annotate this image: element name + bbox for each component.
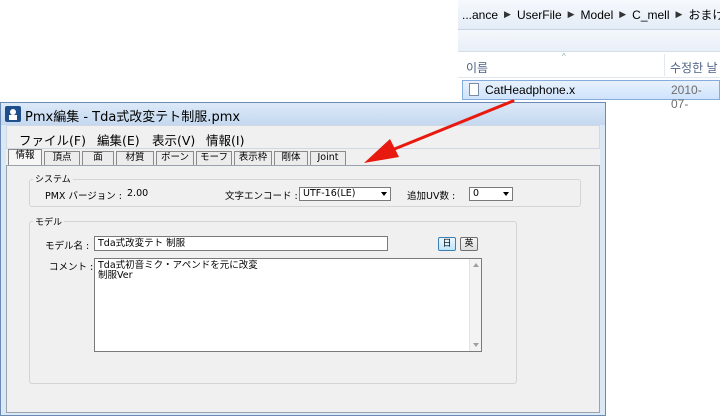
- encoding-label: 文字エンコード :: [225, 191, 298, 202]
- encoding-selected-value: UTF-16(LE): [303, 188, 356, 199]
- tab-info[interactable]: 情報: [8, 149, 42, 165]
- file-date: 2010-07-: [671, 83, 702, 111]
- breadcrumb-arrow-icon[interactable]: ▶: [617, 9, 628, 20]
- comment-textarea[interactable]: Tda式初音ミク・アペンドを元に改変 制服Ver: [94, 258, 482, 352]
- file-name: CatHeadphone.x: [485, 83, 576, 97]
- explorer-toolbar: [458, 30, 720, 52]
- menu-view[interactable]: 表示(V): [152, 130, 195, 149]
- comment-label: コメント :: [49, 262, 94, 273]
- info-tab-panel: システム PMX バージョン : 2.00 文字エンコード : UTF-16(L…: [6, 165, 600, 413]
- breadcrumb-segment[interactable]: おまけ: [684, 6, 720, 23]
- add-uv-selected-value: 0: [473, 188, 480, 199]
- sort-up-icon: ^: [562, 52, 566, 61]
- tab-vertex[interactable]: 頂点: [44, 151, 80, 165]
- tab-joint[interactable]: Joint: [310, 151, 346, 165]
- scroll-up-icon[interactable]: [473, 263, 479, 267]
- column-modified[interactable]: 수정한 날: [670, 59, 718, 76]
- file-row-selected[interactable]: CatHeadphone.x 2010-07-: [462, 80, 720, 111]
- tab-bone[interactable]: ボーン: [156, 151, 194, 165]
- menu-file[interactable]: ファイル(F): [19, 130, 86, 149]
- app-icon: [5, 106, 21, 122]
- model-name-input[interactable]: Tda式改変テト 制服: [94, 236, 388, 251]
- file-icon: [469, 83, 479, 96]
- scroll-down-icon[interactable]: [473, 343, 479, 347]
- pmx-version-value: 2.00: [127, 188, 149, 199]
- tab-strip: 情報 頂点 面 材質 ボーン モーフ 表示枠 剛体 Joint: [6, 149, 600, 165]
- breadcrumb-arrow-icon[interactable]: ▶: [566, 9, 577, 20]
- chevron-down-icon: [381, 192, 387, 196]
- system-group-label: システム: [33, 172, 73, 185]
- column-name[interactable]: 이름: [466, 59, 488, 76]
- title-bar[interactable]: Pmx編集 - Tda式改変テト制服.pmx: [1, 103, 605, 125]
- pmx-editor-window: Pmx編集 - Tda式改変テト制服.pmx ファイル(F) 編集(E) 表示(…: [0, 102, 606, 416]
- comment-line: Tda式初音ミク・アペンドを元に改変: [98, 260, 258, 271]
- add-uv-select[interactable]: 0: [469, 187, 513, 201]
- menu-edit[interactable]: 編集(E): [97, 130, 140, 149]
- pmx-version-label: PMX バージョン :: [45, 191, 122, 202]
- lang-jp-button[interactable]: 日: [438, 237, 456, 251]
- breadcrumb-segment[interactable]: Model: [577, 8, 618, 22]
- tab-material[interactable]: 材質: [116, 151, 154, 165]
- tab-morph[interactable]: モーフ: [196, 151, 232, 165]
- comment-scrollbar[interactable]: [469, 259, 481, 351]
- add-uv-label: 追加UV数 :: [407, 191, 456, 202]
- comment-line: 制服Ver: [98, 270, 133, 281]
- window-title: Pmx編集 - Tda式改変テト制服.pmx: [25, 110, 241, 125]
- menu-bar: ファイル(F) 編集(E) 表示(V) 情報(I): [6, 125, 600, 149]
- breadcrumb-segment[interactable]: UserFile: [513, 8, 566, 22]
- model-group-label: モデル: [33, 215, 65, 228]
- encoding-select[interactable]: UTF-16(LE): [299, 187, 391, 201]
- model-name-label: モデル名 :: [45, 241, 90, 252]
- tab-display-frame[interactable]: 表示枠: [234, 151, 272, 165]
- column-header: ^ 이름 수정한 날: [458, 52, 720, 78]
- address-bar[interactable]: ...ance ▶ UserFile ▶ Model ▶ C_mell ▶ おま…: [458, 0, 720, 30]
- breadcrumb-arrow-icon[interactable]: ▶: [674, 9, 685, 20]
- breadcrumb-arrow-icon[interactable]: ▶: [502, 9, 513, 20]
- breadcrumb-segment[interactable]: ...ance: [458, 8, 502, 22]
- tab-rigid-body[interactable]: 剛体: [274, 151, 308, 165]
- column-divider[interactable]: [664, 54, 665, 76]
- chevron-down-icon: [503, 192, 509, 196]
- menu-info[interactable]: 情報(I): [206, 130, 244, 149]
- lang-en-button[interactable]: 英: [460, 237, 478, 251]
- breadcrumb-segment[interactable]: C_mell: [628, 8, 673, 22]
- tab-face[interactable]: 面: [82, 151, 114, 165]
